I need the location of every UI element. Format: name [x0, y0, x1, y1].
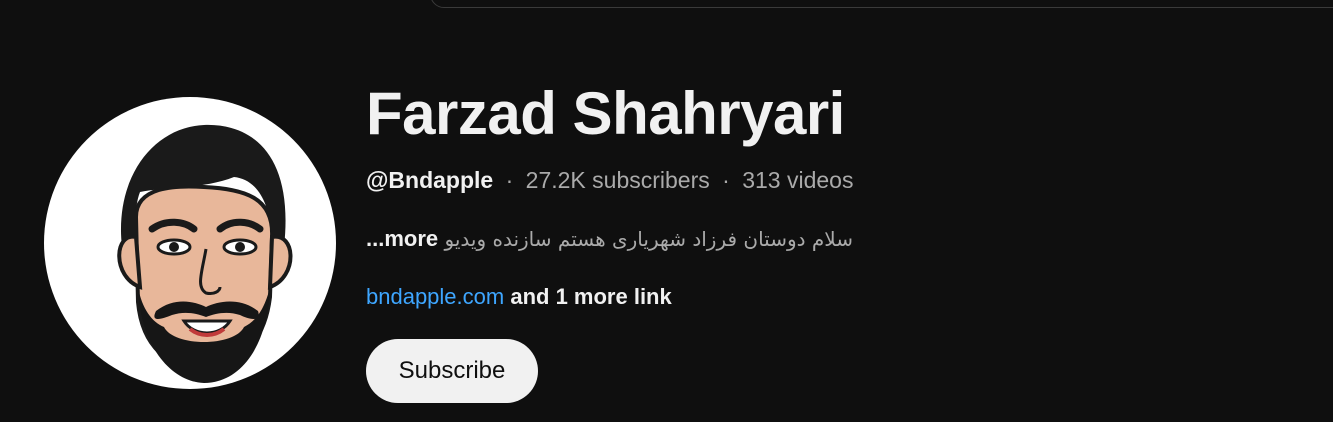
channel-website-link[interactable]: bndapple.com: [366, 284, 504, 309]
video-count: 313 videos: [742, 167, 854, 193]
search-bar-edge: [430, 0, 1333, 8]
channel-description[interactable]: ...more سلام دوستان فرزاد شهریاری هستم س…: [366, 224, 853, 254]
description-text: سلام دوستان فرزاد شهریاری هستم سازنده وی…: [444, 227, 853, 251]
channel-meta: @Bndapple · 27.2K subscribers · 313 vide…: [366, 165, 853, 195]
channel-avatar[interactable]: [44, 97, 336, 389]
channel-name: Farzad Shahryari: [366, 80, 845, 147]
more-links-button[interactable]: and 1 more link: [510, 284, 671, 309]
channel-handle: @Bndapple: [366, 167, 494, 193]
channel-links: bndapple.com and 1 more link: [366, 282, 672, 312]
avatar-illustration: [117, 124, 293, 383]
subscriber-count: 27.2K subscribers: [525, 167, 710, 193]
meta-separator: ·: [505, 167, 514, 193]
meta-separator: ·: [722, 167, 730, 193]
subscribe-button[interactable]: Subscribe: [366, 339, 538, 403]
description-more-link[interactable]: ...more: [366, 226, 438, 251]
